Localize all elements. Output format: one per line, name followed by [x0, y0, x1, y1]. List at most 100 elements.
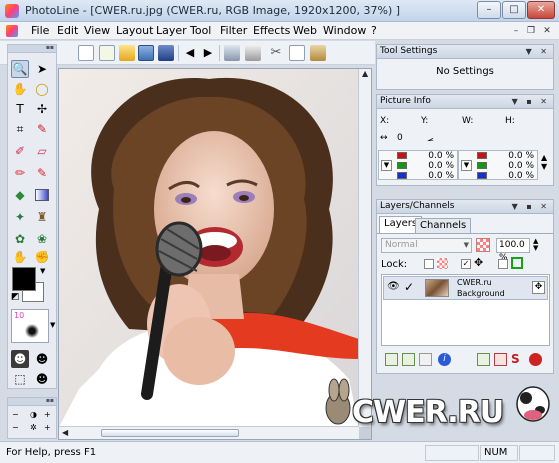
mdi-restore-button[interactable]: ❐	[525, 25, 537, 37]
smudge-tool-icon[interactable]: ✦	[11, 208, 29, 226]
lock-move-icon[interactable]: ✥	[474, 256, 483, 269]
paste-icon[interactable]	[310, 45, 326, 61]
scroll-arrows-icon[interactable]: ▲ ▼	[541, 153, 547, 171]
dodge-tool-icon[interactable]: ✋	[11, 248, 29, 266]
zoom-out-icon[interactable]: −	[12, 410, 19, 419]
foreground-color-swatch[interactable]	[12, 267, 36, 291]
photoline-app-icon[interactable]	[5, 4, 19, 18]
layer-move-icon[interactable]: ✥	[532, 281, 545, 294]
transparency-icon[interactable]	[476, 238, 490, 252]
menu-layout[interactable]: Layout	[116, 24, 153, 38]
merge-visible-icon[interactable]	[494, 353, 507, 366]
layer-style-icon[interactable]: S	[511, 352, 520, 366]
menu-view[interactable]: View	[84, 24, 110, 38]
new-document-icon[interactable]	[78, 45, 94, 61]
menu-filter[interactable]: Filter	[220, 24, 247, 38]
ellipse-selection-icon[interactable]: ◯	[33, 80, 51, 98]
menu-web[interactable]: Web	[293, 24, 317, 38]
lock-transparency-icon[interactable]	[437, 258, 448, 269]
scan-icon[interactable]	[224, 45, 240, 61]
save-icon[interactable]	[158, 45, 174, 61]
text-tool-icon[interactable]: T	[11, 100, 29, 118]
fill-tool-icon[interactable]: ◆	[11, 186, 29, 204]
opacity-field[interactable]: 100.0 %	[496, 238, 530, 263]
new-layer-icon[interactable]	[385, 353, 398, 366]
tool-settings-header[interactable]: Tool Settings ▼ ✕	[377, 45, 553, 59]
forward-icon[interactable]: ▶	[200, 45, 216, 61]
layers-panel-header[interactable]: Layers/Channels ▼ ▪ ✕	[377, 200, 553, 214]
burn-tool-icon[interactable]: ✊	[33, 248, 51, 266]
stamp-tool-icon[interactable]: ♜	[33, 208, 51, 226]
lock-position-checkbox[interactable]: ✓	[461, 259, 471, 269]
contrast-icon[interactable]: ◑	[30, 410, 37, 419]
layer-info-icon[interactable]: i	[438, 353, 451, 366]
layer-row[interactable]: 👁 ✓ CWER.ru Background ✥	[383, 276, 548, 300]
clone-tool-icon[interactable]: ✎	[33, 164, 51, 182]
new-layout-icon[interactable]	[99, 45, 115, 61]
merge-down-icon[interactable]	[477, 353, 490, 366]
print-icon[interactable]	[245, 45, 261, 61]
transform-tool-icon[interactable]: ✢	[33, 100, 51, 118]
browser-icon[interactable]	[138, 45, 154, 61]
minimize-button[interactable]: –	[477, 1, 501, 19]
horizontal-scroll-thumb[interactable]	[101, 429, 239, 437]
quick-mask-icon[interactable]: ⬚	[11, 370, 29, 388]
brush-preview[interactable]: 10	[11, 309, 49, 343]
document-image[interactable]	[59, 69, 359, 427]
eraser-tool-icon[interactable]: ▱	[33, 142, 51, 160]
menu-edit[interactable]: Edit	[57, 24, 78, 38]
lock-area-icon[interactable]	[511, 257, 523, 269]
picture-info-header[interactable]: Picture Info ▼ ▪ ✕	[377, 95, 553, 109]
navigator-panel-header[interactable]: ▪▪	[8, 398, 56, 406]
close-button[interactable]: ✕	[527, 1, 555, 19]
color-picker-icon[interactable]: ✎	[33, 120, 51, 138]
mdi-close-button[interactable]: ✕	[541, 25, 553, 37]
mask-edit-icon[interactable]: ☻	[33, 370, 51, 388]
opacity-stepper-icon[interactable]: ▲ ▼	[533, 238, 538, 252]
menu-tool[interactable]: Tool	[190, 24, 211, 38]
select-arrow-icon[interactable]: ➤	[33, 60, 51, 78]
tools-panel-header[interactable]: ▪▪	[8, 45, 56, 53]
horizontal-scrollbar[interactable]: ◀	[59, 426, 359, 439]
panel-controls-icon[interactable]: ▼ ▪ ✕	[512, 95, 550, 108]
brush-dropdown-icon[interactable]: ▼	[50, 321, 55, 329]
swap-colors-icon[interactable]: ◩	[11, 292, 20, 302]
menu-help[interactable]: ?	[371, 24, 377, 38]
layer-checkmark-icon[interactable]: ✓	[404, 280, 414, 294]
menu-window[interactable]: Window	[323, 24, 366, 38]
open-folder-icon[interactable]	[119, 45, 135, 61]
cut-icon[interactable]: ✂	[268, 45, 284, 61]
lock-checkbox[interactable]	[424, 259, 434, 269]
blend-mode-select[interactable]: Normal ▼	[381, 238, 472, 253]
menu-file[interactable]: File	[31, 24, 49, 38]
mask-mode-on-icon[interactable]: ☻	[33, 350, 51, 368]
color-dropdown-icon[interactable]: ▼	[40, 267, 45, 275]
zoom-in-icon[interactable]: +	[44, 423, 51, 432]
delete-layer-icon[interactable]	[529, 353, 542, 366]
mask-mode-off-icon[interactable]: ☻	[11, 350, 29, 368]
scroll-left-icon[interactable]: ◀	[62, 428, 68, 437]
layer-page-icon[interactable]	[419, 353, 432, 366]
duplicate-layer-icon[interactable]	[402, 353, 415, 366]
navigator-plus-icon[interactable]: +	[44, 410, 51, 419]
hand-tool-icon[interactable]: ✋	[11, 80, 29, 98]
navigator-minus-icon[interactable]: −	[12, 423, 19, 432]
maximize-button[interactable]: □	[502, 1, 526, 19]
sharpen-tool-icon[interactable]: ❀	[33, 230, 51, 248]
color-mode-dropdown-icon[interactable]: ▼	[461, 160, 472, 171]
tab-channels[interactable]: Channels	[415, 218, 472, 233]
back-icon[interactable]: ◀	[182, 45, 198, 61]
settings-gear-icon[interactable]: ✲	[30, 423, 37, 432]
retouch-tool-icon[interactable]: ✿	[11, 230, 29, 248]
vertical-scrollbar[interactable]: ▲	[358, 69, 371, 427]
pencil-tool-icon[interactable]: ✏	[11, 164, 29, 182]
document-menu-icon[interactable]	[6, 25, 18, 37]
panel-controls-icon[interactable]: ▼ ✕	[526, 45, 550, 58]
brush-tool-icon[interactable]: ✐	[11, 142, 29, 160]
zoom-tool-icon[interactable]: 🔍	[11, 60, 29, 78]
scroll-up-icon[interactable]: ▲	[362, 69, 368, 78]
lock-extra-checkbox[interactable]	[498, 259, 508, 269]
crop-tool-icon[interactable]: ⌗	[11, 120, 29, 138]
gradient-tool-icon[interactable]	[33, 186, 51, 204]
menu-effects[interactable]: Effects	[253, 24, 290, 38]
